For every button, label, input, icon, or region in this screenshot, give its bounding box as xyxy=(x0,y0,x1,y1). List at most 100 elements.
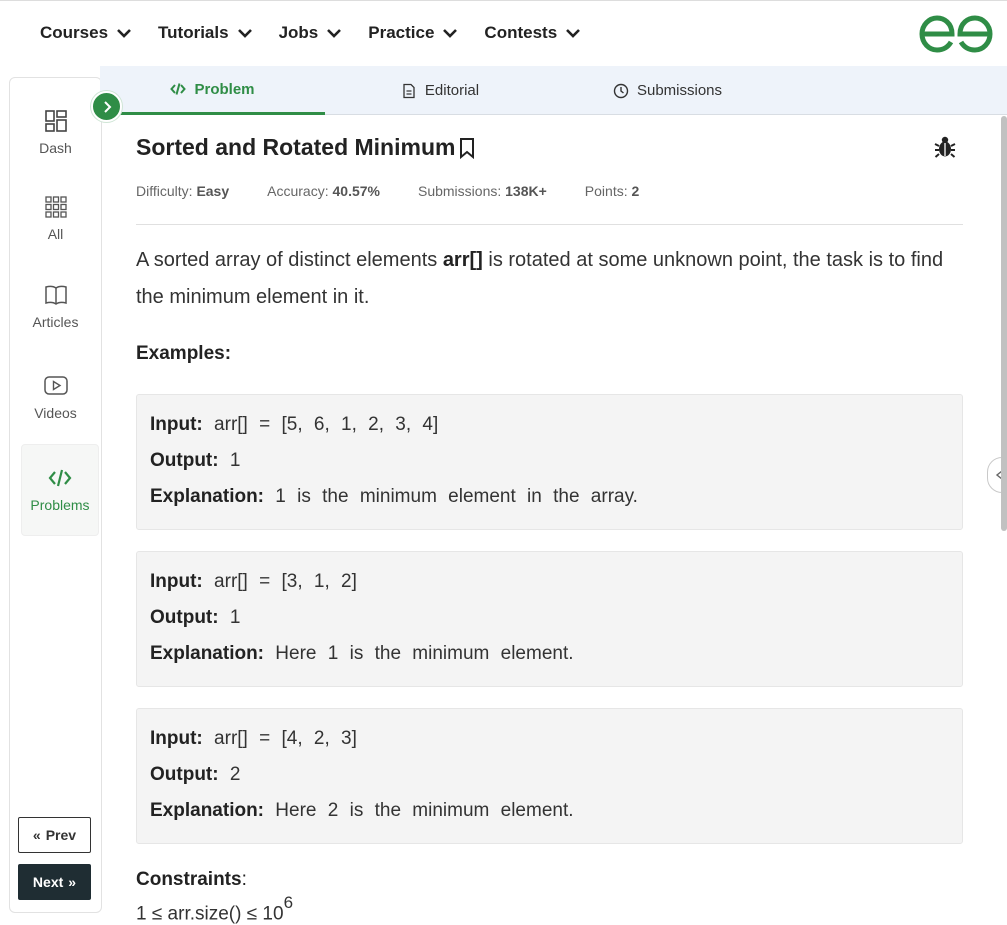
chevron-down-icon xyxy=(566,29,581,38)
constraint-exponent: 6 xyxy=(283,893,294,912)
nav-item-practice[interactable]: Practice xyxy=(368,23,458,43)
top-navbar: Courses Tutorials Jobs Practice Contests xyxy=(0,0,1007,66)
sidebar-item-all[interactable]: All xyxy=(10,194,101,242)
bookmark-icon[interactable] xyxy=(458,137,476,159)
points-meta: Points: 2 xyxy=(585,183,640,199)
tab-submissions[interactable]: Submissions xyxy=(600,66,735,115)
next-label: Next xyxy=(32,874,64,890)
output-value: 1 xyxy=(229,607,241,628)
grid-icon xyxy=(44,196,67,218)
nav-item-tutorials[interactable]: Tutorials xyxy=(158,23,253,43)
chevron-down-icon xyxy=(237,29,252,38)
chevron-down-icon xyxy=(327,29,342,38)
example-box: Input: arr[] = [3, 1, 2] Output: 1 Expla… xyxy=(136,551,963,687)
nav-item-label: Courses xyxy=(40,23,109,42)
sidebar-item-label: Videos xyxy=(34,405,77,421)
explanation-label: Explanation: xyxy=(150,486,265,507)
output-label: Output: xyxy=(150,607,219,628)
tab-label: Submissions xyxy=(636,82,723,99)
problem-description: A sorted array of distinct elements arr[… xyxy=(136,242,963,316)
example-output: Output: 1 xyxy=(150,445,949,481)
input-label: Input: xyxy=(150,728,203,749)
prev-label: Prev xyxy=(45,827,77,843)
prev-button[interactable]: « Prev xyxy=(18,817,91,853)
accuracy-meta: Accuracy: 40.57% xyxy=(267,183,380,199)
code-icon xyxy=(48,469,72,487)
explanation-label: Explanation: xyxy=(150,643,265,664)
example-explanation: Explanation: Here 1 is the minimum eleme… xyxy=(150,638,949,674)
output-label: Output: xyxy=(150,764,219,785)
nav-item-jobs[interactable]: Jobs xyxy=(279,23,343,43)
example-output: Output: 1 xyxy=(150,602,949,638)
explanation-value: Here 1 is the minimum element. xyxy=(275,643,574,664)
double-chevron-left-icon: « xyxy=(32,827,41,843)
video-icon xyxy=(43,376,68,395)
bug-icon[interactable] xyxy=(934,135,956,159)
constraints-label: Constraints xyxy=(136,869,242,890)
problem-meta: Difficulty: Easy Accuracy: 40.57% Submis… xyxy=(136,183,677,199)
sidebar-item-label: Articles xyxy=(32,314,79,330)
document-icon xyxy=(403,83,415,98)
nav-item-label: Jobs xyxy=(278,23,319,42)
explanation-label: Explanation: xyxy=(150,800,265,821)
explanation-value: 1 is the minimum element in the array. xyxy=(275,486,638,507)
dashboard-icon xyxy=(44,110,67,132)
constraint-line: 1 ≤ arr.size() ≤ 106 xyxy=(136,893,293,925)
points-label: Points: xyxy=(584,183,628,199)
tab-label: Problem xyxy=(194,80,255,98)
nav-item-courses[interactable]: Courses xyxy=(40,23,132,43)
clock-icon xyxy=(613,83,629,98)
submissions-meta: Submissions: 138K+ xyxy=(418,183,547,199)
output-value: 2 xyxy=(229,764,241,785)
next-button[interactable]: Next » xyxy=(18,864,91,900)
examples-heading: Examples: xyxy=(136,343,232,364)
example-input: Input: arr[] = [3, 1, 2] xyxy=(150,566,949,602)
tab-problem[interactable]: Problem xyxy=(100,66,325,115)
example-output: Output: 2 xyxy=(150,759,949,795)
gfg-logo[interactable] xyxy=(918,13,994,55)
problem-tabs: Problem Editorial Submissions xyxy=(100,66,1007,115)
nav-item-contests[interactable]: Contests xyxy=(484,23,581,43)
submissions-value: 138K+ xyxy=(505,183,547,199)
page-title: Sorted and Rotated Minimum xyxy=(136,134,456,160)
accuracy-label: Accuracy: xyxy=(267,183,329,199)
example-input: Input: arr[] = [5, 6, 1, 2, 3, 4] xyxy=(150,409,949,445)
nav-menu: Courses Tutorials Jobs Practice Contests xyxy=(40,23,607,43)
sidebar-item-articles[interactable]: Articles xyxy=(10,282,101,330)
book-icon xyxy=(44,285,67,305)
chevron-right-icon xyxy=(103,100,111,113)
difficulty-label: Difficulty: xyxy=(136,183,193,199)
output-value: 1 xyxy=(229,450,241,471)
scrollbar[interactable] xyxy=(1001,116,1007,531)
nav-item-label: Practice xyxy=(368,23,435,42)
input-label: Input: xyxy=(150,571,203,592)
example-box: Input: arr[] = [5, 6, 1, 2, 3, 4] Output… xyxy=(136,394,963,530)
submissions-label: Submissions: xyxy=(417,183,502,199)
explanation-value: Here 2 is the minimum element. xyxy=(275,800,574,821)
input-value: arr[] = [4, 2, 3] xyxy=(214,728,357,749)
description-text: A sorted array of distinct elements xyxy=(136,249,443,271)
difficulty-value: Easy xyxy=(196,183,230,199)
nav-item-label: Contests xyxy=(484,23,558,42)
left-sidebar: Dash All Articles Videos Problems « Prev… xyxy=(9,77,102,913)
divider xyxy=(136,224,963,225)
title-row: Sorted and Rotated Minimum xyxy=(136,134,476,161)
sidebar-item-videos[interactable]: Videos xyxy=(10,373,101,421)
tab-label: Editorial xyxy=(424,82,480,99)
example-explanation: Explanation: 1 is the minimum element in… xyxy=(150,481,949,517)
expand-sidebar-button[interactable] xyxy=(91,91,122,122)
sidebar-item-problems[interactable]: Problems xyxy=(21,444,99,536)
sidebar-item-label: Problems xyxy=(30,497,90,513)
sidebar-item-label: Dash xyxy=(39,140,72,156)
points-value: 2 xyxy=(631,183,640,199)
description-bold: arr[] xyxy=(442,249,483,271)
example-input: Input: arr[] = [4, 2, 3] xyxy=(150,723,949,759)
tab-editorial[interactable]: Editorial xyxy=(340,66,540,115)
nav-item-label: Tutorials xyxy=(158,23,229,42)
sidebar-item-label: All xyxy=(47,226,64,242)
sidebar-item-dash[interactable]: Dash xyxy=(10,108,101,156)
chevron-down-icon xyxy=(443,29,458,38)
chevron-down-icon xyxy=(117,29,131,38)
input-value: arr[] = [5, 6, 1, 2, 3, 4] xyxy=(214,414,439,435)
input-label: Input: xyxy=(150,414,203,435)
